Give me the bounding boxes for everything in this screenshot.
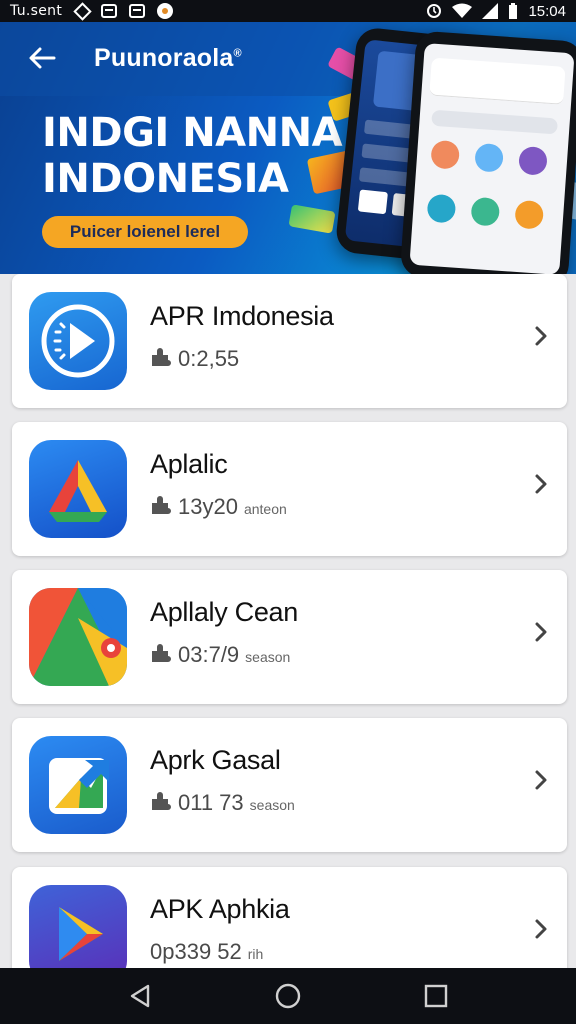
list-item[interactable]: APR Imdonesia 0:2,55 <box>12 274 567 408</box>
nav-home-icon[interactable] <box>274 982 302 1010</box>
app-meta: 011 73 season <box>150 790 295 816</box>
hero-banner[interactable]: Puunoraola® INDGI NANNA INDONESIA Puicer… <box>0 22 576 274</box>
chevron-right-icon[interactable] <box>533 472 549 496</box>
list-item[interactable]: APK Aphkia 0p339 52 rih <box>12 867 567 968</box>
battery-icon <box>509 3 518 19</box>
chevron-right-icon[interactable] <box>533 917 549 941</box>
puzzle-icon <box>152 348 171 366</box>
play-store-icon <box>29 885 127 968</box>
app-list: APR Imdonesia 0:2,55 Aplalic 13y20 anteo… <box>0 274 576 968</box>
list-item[interactable]: Apllaly Cean 03:7/9 season <box>12 570 567 704</box>
puzzle-icon <box>152 792 171 810</box>
triangle-a-icon <box>29 440 127 538</box>
app-title: Puunoraola® <box>94 44 242 72</box>
notification-circle-icon <box>157 3 174 19</box>
app-name: Aplalic <box>150 449 228 479</box>
app-name: Apllaly Cean <box>150 597 298 627</box>
puzzle-icon <box>152 496 171 514</box>
hero-cta-button[interactable]: Puicer loienel lerel <box>42 216 248 248</box>
hero-headline: INDGI NANNA INDONESIA <box>42 110 343 202</box>
clock-play-icon <box>29 292 127 390</box>
app-meta: 0p339 52 rih <box>150 939 264 964</box>
phone-mockup-front <box>399 30 576 274</box>
chevron-right-icon[interactable] <box>533 324 549 348</box>
app-name: Aprk Gasal <box>150 745 281 775</box>
decor-tile <box>288 204 336 234</box>
app-name: APK Aphkia <box>150 894 290 924</box>
list-item[interactable]: Aprk Gasal 011 73 season <box>12 718 567 852</box>
list-item[interactable]: Aplalic 13y20 anteon <box>12 422 567 556</box>
chevron-right-icon[interactable] <box>533 620 549 644</box>
notification-lock-icon <box>129 4 146 18</box>
share-arrow-icon <box>29 736 127 834</box>
notification-diamond-icon <box>73 1 92 21</box>
nav-back-icon[interactable] <box>126 982 154 1010</box>
wifi-icon <box>452 3 473 18</box>
nav-recents-icon[interactable] <box>422 982 450 1010</box>
app-name: APR Imdonesia <box>150 301 334 331</box>
app-meta: 13y20 anteon <box>150 494 287 520</box>
back-arrow-icon[interactable] <box>26 42 58 74</box>
maps-triangle-icon <box>29 588 127 686</box>
carrier-label: Tu.sent <box>10 3 63 19</box>
status-bar: Tu.sent 15:04 <box>0 0 576 22</box>
app-meta: 03:7/9 season <box>150 642 290 668</box>
notification-app-icon <box>101 4 118 18</box>
alarm-icon <box>427 4 442 18</box>
status-time: 15:04 <box>528 2 566 20</box>
chevron-right-icon[interactable] <box>533 768 549 792</box>
system-nav-bar <box>0 968 576 1024</box>
signal-icon <box>482 3 499 19</box>
app-meta: 0:2,55 <box>150 346 245 372</box>
puzzle-icon <box>152 644 171 662</box>
